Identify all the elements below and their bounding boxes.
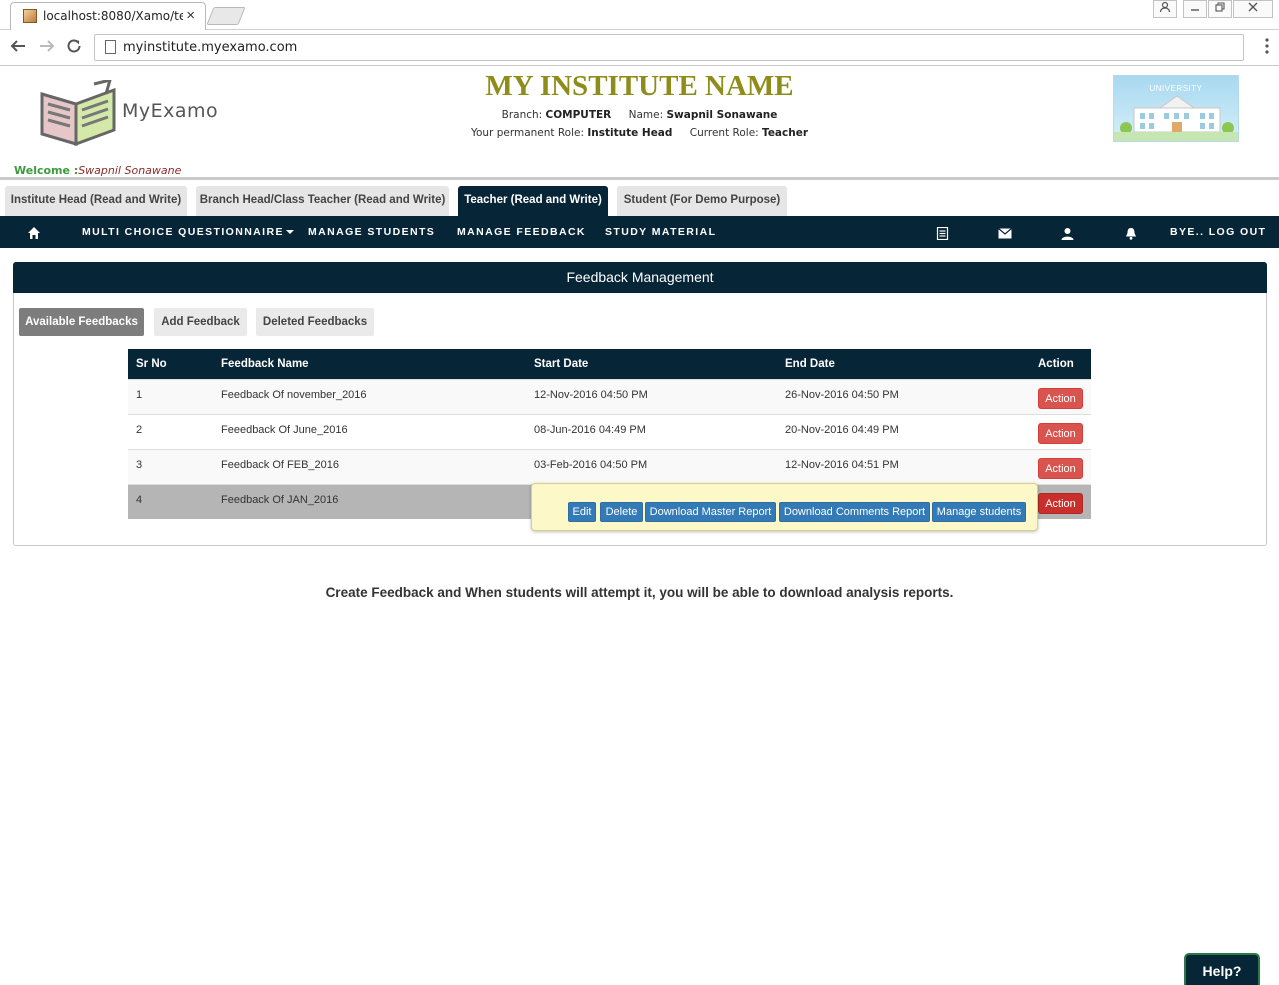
browser-tabstrip: localhost:8080/Xamo/tes × xyxy=(0,0,1279,30)
cell-name: Feedback Of FEB_2016 xyxy=(213,448,526,484)
col-action: Action xyxy=(1030,349,1091,379)
manage-students-button[interactable]: Manage students xyxy=(932,502,1026,522)
tab-student[interactable]: Student (For Demo Purpose) xyxy=(617,186,787,216)
cell-start: 08-Jun-2016 04:49 PM xyxy=(526,413,777,449)
download-master-report-button[interactable]: Download Master Report xyxy=(645,502,776,522)
nav-manage-students[interactable]: MANAGE STUDENTS xyxy=(308,216,435,248)
action-button[interactable]: Action xyxy=(1038,422,1083,444)
user-icon[interactable] xyxy=(1153,0,1177,18)
branch-info-line: Branch: COMPUTER Name: Swapnil Sonawane xyxy=(0,109,1279,121)
action-button[interactable]: Action xyxy=(1038,387,1083,409)
col-start-date: Start Date xyxy=(526,349,777,379)
list-icon[interactable] xyxy=(936,216,949,248)
table-row: 1 Feedback Of november_2016 12-Nov-2016 … xyxy=(128,378,1091,414)
restore-icon[interactable] xyxy=(1208,0,1232,18)
browser-tab-title: localhost:8080/Xamo/tes xyxy=(43,9,183,23)
user-profile-icon[interactable] xyxy=(1061,216,1074,248)
role-info-line: Your permanent Role: Institute Head Curr… xyxy=(0,127,1279,139)
cell-name: Feeedback Of June_2016 xyxy=(213,413,526,449)
col-end-date: End Date xyxy=(777,349,1030,379)
tab-branch-head[interactable]: Branch Head/Class Teacher (Read and Writ… xyxy=(196,186,449,216)
url-text: myinstitute.myexamo.com xyxy=(123,40,298,55)
nav-manage-feedback[interactable]: MANAGE FEEDBACK xyxy=(457,216,586,248)
current-role-value: Teacher xyxy=(762,127,809,139)
main-nav: MULTI CHOICE QUESTIONNAIRE MANAGE STUDEN… xyxy=(0,216,1279,248)
welcome-name: Swapnil Sonawane xyxy=(78,164,182,177)
tab-institute-head[interactable]: Institute Head (Read and Write) xyxy=(5,186,187,216)
university-image: UNIVERSITY xyxy=(1113,75,1239,142)
col-sr-no: Sr No xyxy=(128,349,213,379)
cell-start: 03-Feb-2016 04:50 PM xyxy=(526,448,777,484)
cell-end: 26-Nov-2016 04:50 PM xyxy=(777,378,1030,414)
permanent-role-label: Your permanent Role: xyxy=(470,127,585,139)
name-label: Name: xyxy=(628,109,664,121)
help-button[interactable]: Help? xyxy=(1184,953,1260,985)
new-tab-button[interactable] xyxy=(206,7,246,25)
name-value: Swapnil Sonawane xyxy=(666,109,778,121)
branch-label: Branch: xyxy=(501,109,543,121)
download-comments-report-button[interactable]: Download Comments Report xyxy=(779,502,930,522)
cell-end: 12-Nov-2016 04:51 PM xyxy=(777,448,1030,484)
url-input[interactable]: myinstitute.myexamo.com xyxy=(94,34,1244,61)
tab-deleted-feedbacks[interactable]: Deleted Feedbacks xyxy=(256,308,374,336)
tab-available-feedbacks[interactable]: Available Feedbacks xyxy=(19,308,144,336)
action-popup: Edit Delete Download Master Report Downl… xyxy=(531,483,1038,531)
minimize-icon[interactable] xyxy=(1183,0,1207,18)
role-tabs: Institute Head (Read and Write) Branch H… xyxy=(0,186,1279,216)
cell-action: Action xyxy=(1030,413,1091,449)
close-tab-icon[interactable]: × xyxy=(186,7,195,24)
cell-name: Feedback Of november_2016 xyxy=(213,378,526,414)
col-feedback-name: Feedback Name xyxy=(213,349,526,379)
welcome-label: Welcome : xyxy=(14,164,79,177)
logout-link[interactable]: BYE.. LOG OUT xyxy=(1170,216,1266,248)
cell-name: Feedback Of JAN_2016 xyxy=(213,483,526,519)
cell-sr: 2 xyxy=(128,413,213,449)
back-arrow-icon[interactable] xyxy=(9,37,27,60)
reload-icon[interactable] xyxy=(65,37,83,60)
caret-down-icon xyxy=(285,230,294,235)
address-bar: myinstitute.myexamo.com xyxy=(0,30,1279,66)
current-role-label: Current Role: xyxy=(689,127,759,139)
home-icon[interactable] xyxy=(27,216,41,248)
browser-tab[interactable]: localhost:8080/Xamo/tes × xyxy=(10,2,206,30)
envelope-icon[interactable] xyxy=(998,216,1012,248)
cell-action: Action xyxy=(1030,378,1091,414)
panel-title: Feedback Management xyxy=(13,262,1267,293)
table-row: 2 Feeedback Of June_2016 08-Jun-2016 04:… xyxy=(128,413,1091,449)
welcome-text: Welcome :Swapnil Sonawane xyxy=(14,164,181,177)
table-row: 3 Feedback Of FEB_2016 03-Feb-2016 04:50… xyxy=(128,448,1091,484)
feedback-management-panel: Feedback Management Available Feedbacks … xyxy=(13,262,1267,546)
menu-dots-icon[interactable] xyxy=(1265,38,1269,54)
tab-teacher[interactable]: Teacher (Read and Write) xyxy=(458,186,608,216)
cell-start: 12-Nov-2016 04:50 PM xyxy=(526,378,777,414)
delete-button[interactable]: Delete xyxy=(600,502,643,522)
action-button[interactable]: Action xyxy=(1038,492,1083,514)
cell-sr: 3 xyxy=(128,448,213,484)
forward-arrow-icon[interactable] xyxy=(38,37,56,60)
tab-add-feedback[interactable]: Add Feedback xyxy=(154,308,247,336)
site-header: MyExamo MY INSTITUTE NAME Branch: COMPUT… xyxy=(0,66,1279,180)
nav-study-material[interactable]: STUDY MATERIAL xyxy=(605,216,716,248)
nav-multi-choice-questionnaire[interactable]: MULTI CHOICE QUESTIONNAIRE xyxy=(82,216,294,248)
cell-action: Action xyxy=(1030,448,1091,484)
nav-mcq-label: MULTI CHOICE QUESTIONNAIRE xyxy=(82,226,284,238)
bell-icon[interactable] xyxy=(1125,216,1137,248)
cell-end: 20-Nov-2016 04:49 PM xyxy=(777,413,1030,449)
action-button[interactable]: Action xyxy=(1038,457,1083,479)
permanent-role-value: Institute Head xyxy=(587,127,673,139)
favicon-icon xyxy=(23,9,37,23)
cell-action: Action xyxy=(1030,483,1091,519)
table-header-row: Sr No Feedback Name Start Date End Date … xyxy=(128,349,1091,379)
info-message: Create Feedback and When students will a… xyxy=(325,585,954,600)
branch-value: COMPUTER xyxy=(545,109,612,121)
institute-name: MY INSTITUTE NAME xyxy=(485,70,794,102)
page-icon xyxy=(105,40,116,54)
edit-button[interactable]: Edit xyxy=(568,502,596,522)
cell-sr: 1 xyxy=(128,378,213,414)
cell-sr: 4 xyxy=(128,483,213,519)
university-building-icon xyxy=(1114,95,1238,141)
close-icon[interactable] xyxy=(1233,0,1273,18)
